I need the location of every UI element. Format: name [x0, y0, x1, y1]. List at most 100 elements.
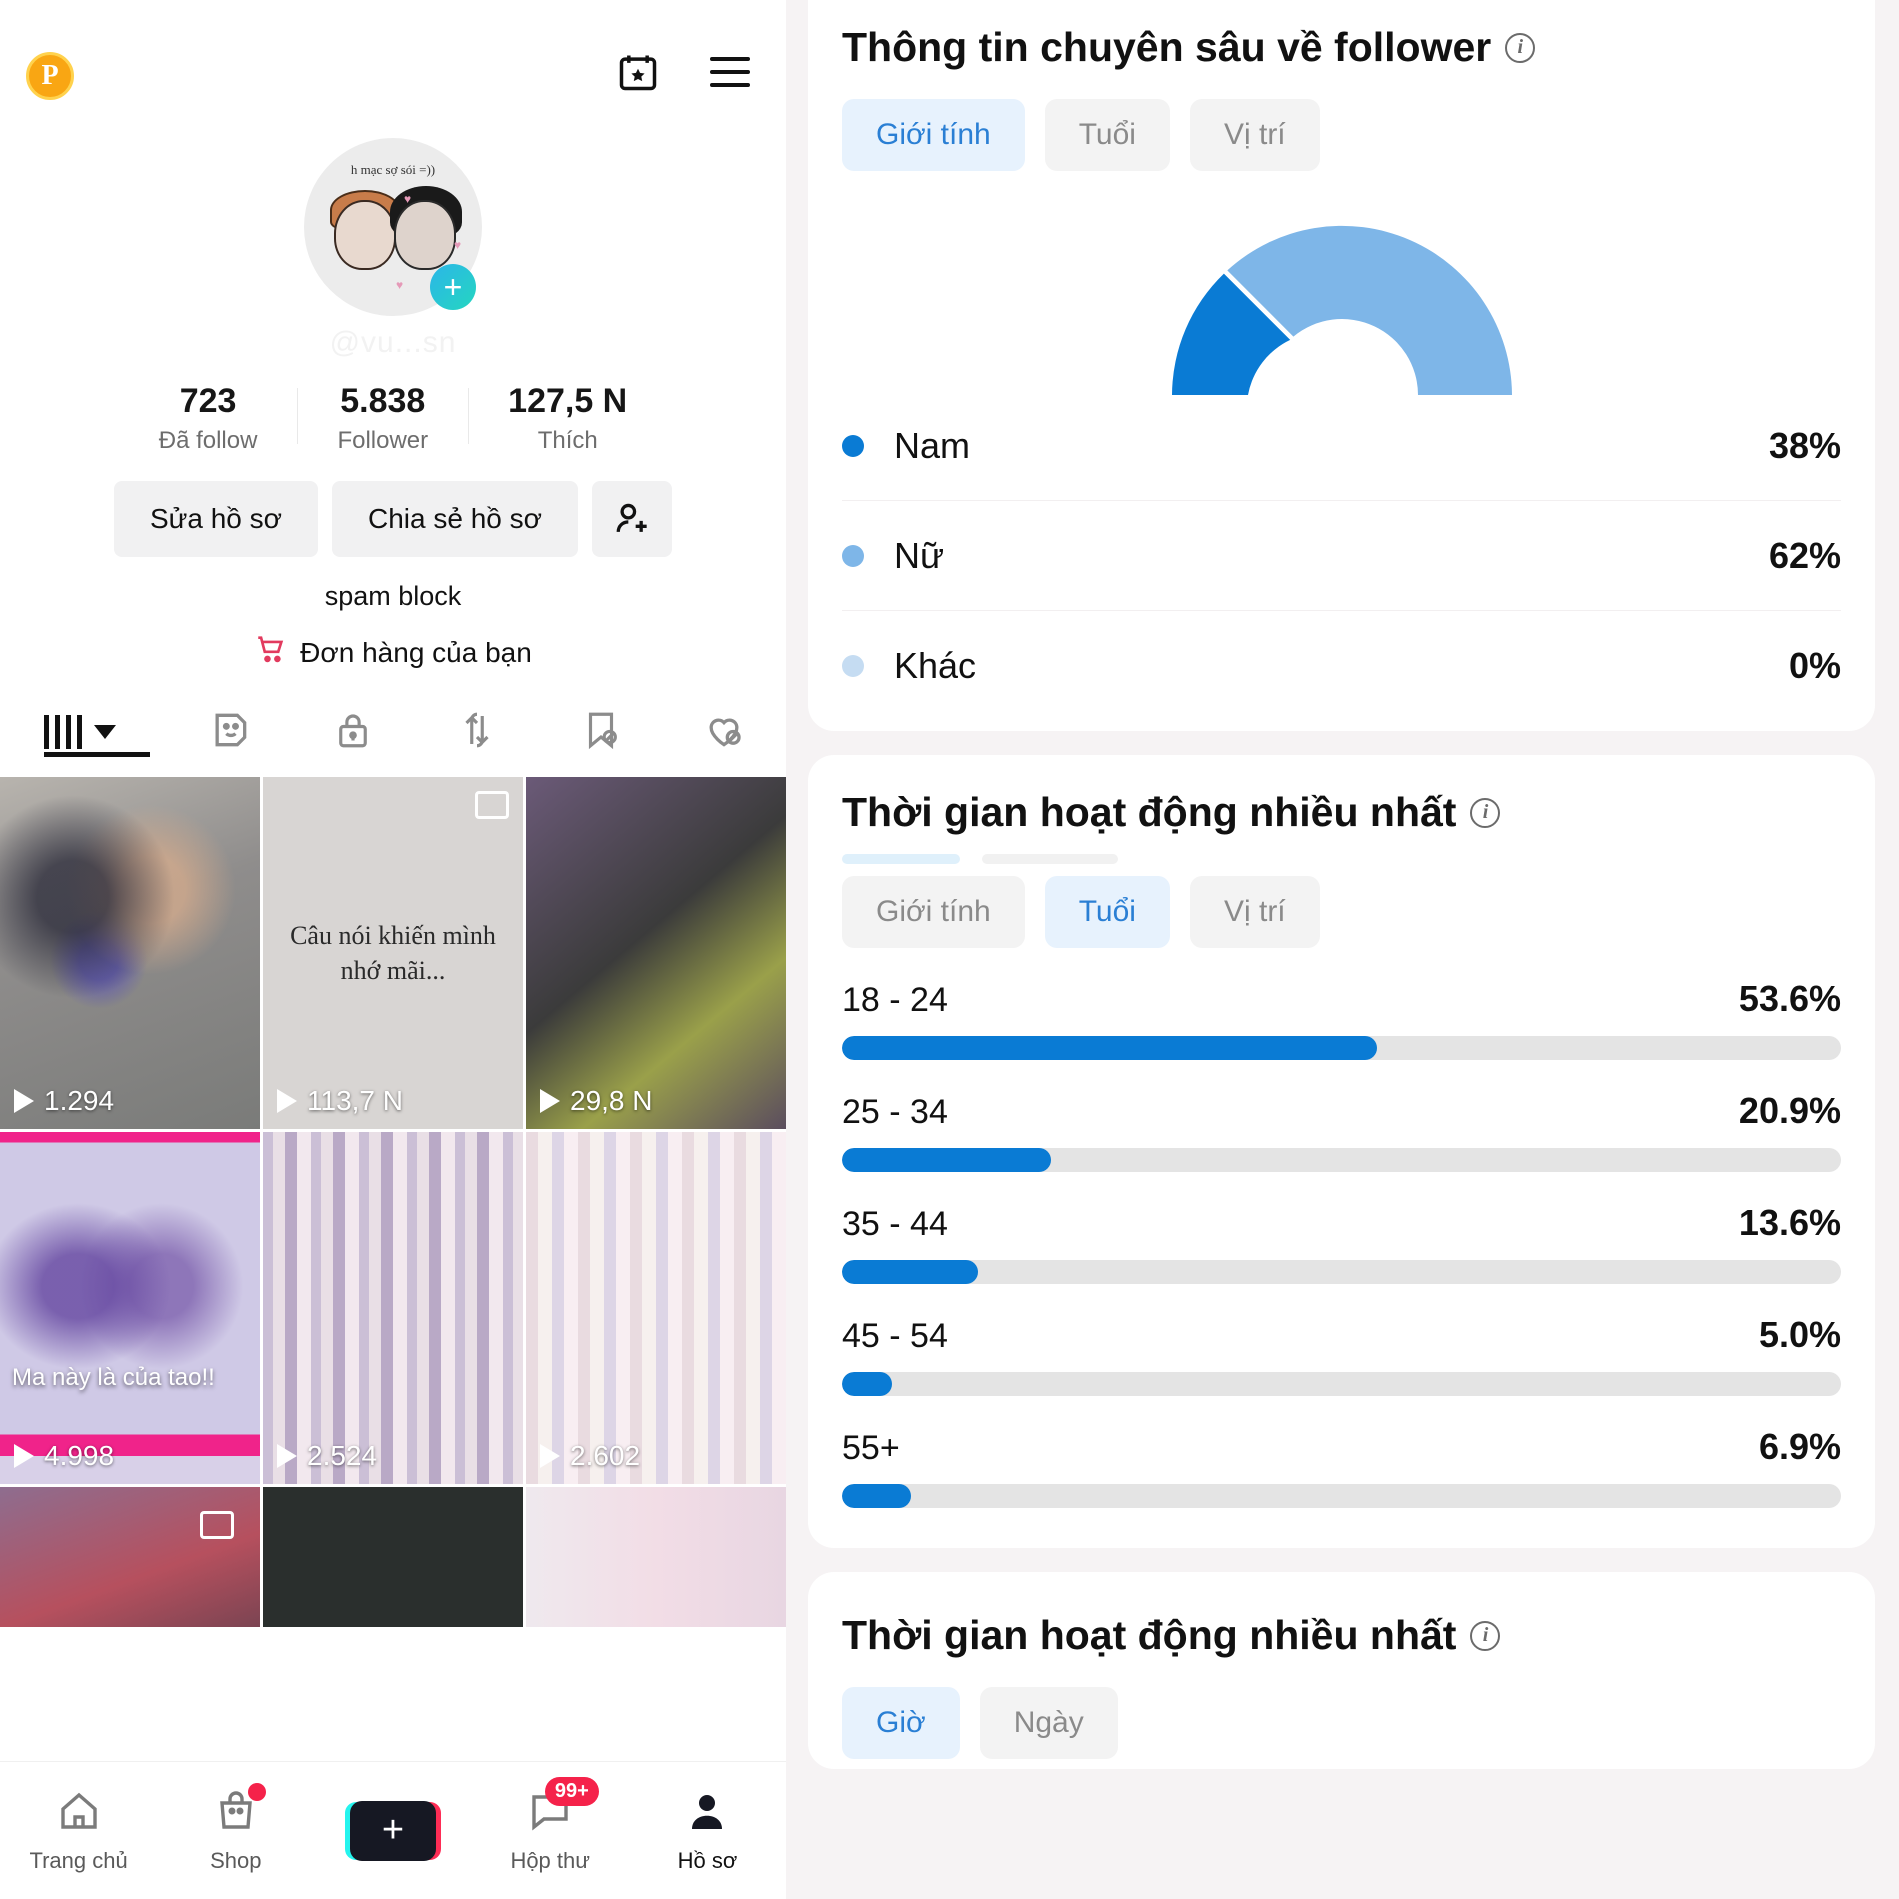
tab-vi-tri[interactable]: Vị trí	[1189, 99, 1320, 171]
play-icon	[277, 1089, 297, 1113]
bar-row: 45 - 54 5.0%	[842, 1314, 1841, 1396]
nav-label: Hộp thư	[510, 1848, 590, 1873]
card-title-label: Thời gian hoạt động nhiều nhất	[842, 789, 1457, 835]
bar-fill	[842, 1372, 892, 1396]
activity-age-card: Thời gian hoạt động nhiều nhất i Giới tí…	[808, 755, 1875, 1548]
topbar-icons	[614, 48, 754, 96]
lock-icon	[332, 709, 374, 756]
nav-item-home[interactable]: Trang chủ	[0, 1787, 157, 1874]
tab-gioi-tinh[interactable]: Giới tính	[842, 99, 1025, 171]
avatar[interactable]: h mạc sợ sói =)) ♥ ♥ ♥ +	[304, 138, 482, 316]
bar-category: 55+	[842, 1429, 900, 1467]
edit-profile-button[interactable]: Sửa hồ sơ	[113, 481, 319, 557]
effects-tab[interactable]	[168, 708, 292, 757]
bar-category: 35 - 44	[842, 1205, 948, 1243]
video-views: 29,8 N	[540, 1085, 653, 1117]
video-thumbnail[interactable]: Câu nói khiến mình nhớ mãi... 113,7 N	[263, 777, 523, 1129]
legend-label: Khác	[894, 645, 977, 686]
bars-icon	[44, 715, 82, 749]
video-thumbnail[interactable]: 29,8 N	[526, 777, 786, 1129]
bar-category: 18 - 24	[842, 981, 948, 1019]
video-grid: 1.294 Câu nói khiến mình nhớ mãi... 113,…	[0, 777, 786, 1484]
bar-value: 5.0%	[1758, 1314, 1841, 1355]
legend-row-nam: Nam 38%	[842, 391, 1841, 501]
video-views-label: 4.998	[44, 1440, 115, 1471]
gender-gauge-svg	[1171, 225, 1512, 395]
hamburger-menu-icon[interactable]	[706, 48, 754, 96]
video-thumbnail[interactable]	[263, 1487, 523, 1627]
profile-bio: spam block	[324, 581, 462, 611]
private-tab[interactable]	[291, 709, 415, 756]
tab-tuoi[interactable]: Tuổi	[1044, 876, 1170, 948]
bar-track	[842, 1484, 1841, 1508]
saved-tab[interactable]	[539, 709, 663, 756]
share-profile-button[interactable]: Chia sẻ hồ sơ	[332, 481, 579, 557]
profile-person-icon	[683, 1787, 731, 1840]
bar-track	[842, 1036, 1841, 1060]
nav-label: Shop	[210, 1848, 262, 1873]
video-views: 4.998	[14, 1440, 114, 1472]
profile-stats: 723 Đã follow 5.838 Follower 127,5 N Thí…	[0, 382, 786, 455]
profile-actions: Sửa hồ sơ Chia sẻ hồ sơ	[0, 481, 786, 557]
video-thumbnail[interactable]	[526, 1487, 786, 1627]
video-thumbnail[interactable]: 2.602	[526, 1132, 786, 1484]
analytics-panel: Thông tin chuyên sâu về follower i Giới …	[786, 0, 1899, 1899]
heart-hidden-icon	[702, 708, 746, 757]
profile-topbar: P	[0, 0, 786, 150]
stat-following[interactable]: 723 Đã follow	[119, 382, 298, 455]
tab-vi-tri[interactable]: Vị trí	[1189, 876, 1320, 948]
tab-tuoi[interactable]: Tuổi	[1044, 99, 1170, 171]
bar-fill	[842, 1036, 1378, 1060]
bar-value: 6.9%	[1758, 1426, 1841, 1467]
video-thumbnail[interactable]: Ma này là của tao!! 4.998	[0, 1132, 260, 1484]
nav-item-shop[interactable]: Shop	[157, 1783, 314, 1874]
grid-videos-tab[interactable]	[0, 715, 168, 757]
your-orders-label: Đơn hàng của bạn	[300, 636, 532, 668]
liked-tab[interactable]	[662, 708, 786, 757]
calendar-star-icon[interactable]	[614, 48, 662, 96]
info-icon[interactable]: i	[1505, 32, 1536, 63]
video-thumbnail[interactable]	[0, 1487, 260, 1627]
ghost-tab-2	[982, 854, 1118, 864]
video-views-label: 113,7 N	[307, 1085, 403, 1116]
nav-item-create[interactable]: +	[314, 1800, 471, 1861]
video-views: 1.294	[14, 1085, 114, 1117]
ghost-tab-indicators	[842, 854, 1841, 864]
shopping-cart-icon	[254, 632, 288, 673]
bottom-navigation: Trang chủ Shop + 99+ Hộp thư Hồ sơ	[0, 1761, 786, 1899]
stat-label: Thích	[537, 427, 598, 454]
gender-legend: Nam 38% Nữ 62% Khác 0%	[842, 391, 1841, 721]
legend-dot-khac	[842, 655, 864, 677]
stat-value: 5.838	[340, 382, 426, 420]
video-thumbnail[interactable]: 1.294	[0, 777, 260, 1129]
nav-item-profile[interactable]: Hồ sơ	[629, 1787, 786, 1874]
add-person-icon[interactable]	[592, 481, 673, 557]
legend-row-khac: Khác 0%	[842, 611, 1841, 721]
legend-value: 38%	[1768, 424, 1841, 466]
gender-gauge-chart	[842, 205, 1841, 395]
sticker-smiley-icon	[208, 708, 252, 757]
nav-item-inbox[interactable]: 99+ Hộp thư	[472, 1777, 629, 1874]
tab-ngay[interactable]: Ngày	[979, 1687, 1118, 1759]
follower-insights-card: Thông tin chuyên sâu về follower i Giới …	[808, 0, 1875, 731]
tab-gioi-tinh[interactable]: Giới tính	[842, 876, 1025, 948]
pro-badge[interactable]: P	[26, 52, 74, 100]
reposts-tab[interactable]	[415, 709, 539, 756]
stat-followers[interactable]: 5.838 Follower	[297, 382, 468, 455]
bar-row: 55+ 6.9%	[842, 1426, 1841, 1508]
stat-likes[interactable]: 127,5 N Thích	[468, 382, 667, 455]
bar-value: 53.6%	[1738, 978, 1841, 1019]
heart-icon: ♥	[454, 238, 462, 252]
age-bar-chart: 18 - 24 53.6% 25 - 34 20.9% 35 - 44 13.6…	[842, 978, 1841, 1508]
tab-gio[interactable]: Giờ	[842, 1687, 960, 1759]
info-icon[interactable]: i	[1470, 797, 1501, 828]
info-icon[interactable]: i	[1470, 1620, 1501, 1651]
add-story-button[interactable]: +	[430, 264, 476, 310]
stat-value: 127,5 N	[508, 382, 628, 420]
follower-insights-tabs: Giới tính Tuổi Vị trí	[842, 99, 1841, 171]
play-icon	[14, 1444, 34, 1468]
video-thumbnail[interactable]: 2.524	[263, 1132, 523, 1484]
create-plus-icon[interactable]: +	[350, 1800, 436, 1861]
your-orders-link[interactable]: Đơn hàng của bạn	[0, 632, 786, 673]
stat-value: 723	[179, 382, 237, 420]
